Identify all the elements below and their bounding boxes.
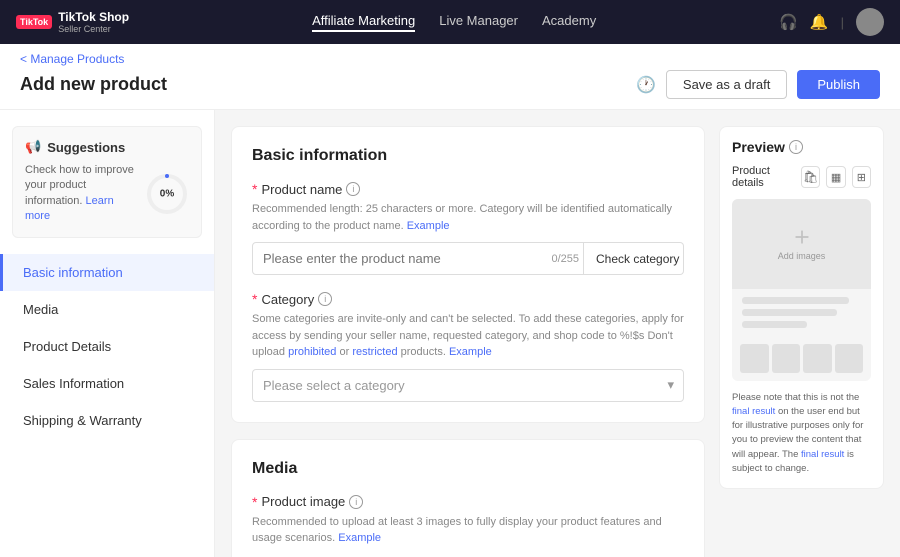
sidebar: 📢 Suggestions Check how to improve your … xyxy=(0,110,215,557)
category-label: Category xyxy=(261,292,314,307)
preview-tab-expand[interactable]: ⊞ xyxy=(852,166,871,188)
product-name-info-icon[interactable]: i xyxy=(346,182,360,196)
logo-text: TikTok Shop Seller Center xyxy=(58,10,129,34)
preview-tab-grid[interactable]: ▦ xyxy=(826,166,845,188)
preview-line-3 xyxy=(742,321,807,328)
preview-panel: Preview i Product details 🛍 ▦ ⊞ xyxy=(719,126,884,489)
final-result-link-1[interactable]: final result xyxy=(732,406,775,417)
divider: | xyxy=(841,15,844,30)
product-name-example[interactable]: Example xyxy=(407,220,450,232)
image-required-star: * xyxy=(252,494,257,510)
preview-tabs-row: Product details 🛍 ▦ ⊞ xyxy=(732,165,871,189)
progress-circle: 0% xyxy=(145,172,189,216)
sidebar-item-sales-information[interactable]: Sales Information xyxy=(0,365,214,402)
preview-thumb-3 xyxy=(803,344,832,373)
category-select[interactable]: Please select a category xyxy=(252,369,684,402)
header: TikTok TikTok Shop Seller Center Affilia… xyxy=(0,0,900,44)
headset-icon[interactable]: 🎧 xyxy=(779,13,798,31)
media-card: Media * Product image i Recommended to u… xyxy=(231,439,705,557)
form-area: Basic information * Product name i Recom… xyxy=(231,126,705,541)
preview-screen: Add images xyxy=(732,199,871,381)
preview-line-1 xyxy=(742,297,849,304)
preview-thumb-4 xyxy=(835,344,864,373)
page-title: Add new product xyxy=(20,74,167,95)
sidebar-item-basic-information[interactable]: Basic information xyxy=(0,254,214,291)
preview-label: Product details xyxy=(732,165,795,189)
sidebar-item-media[interactable]: Media xyxy=(0,291,214,328)
suggestions-header: 📢 Suggestions xyxy=(25,139,189,155)
basic-information-card: Basic information * Product name i Recom… xyxy=(231,126,705,423)
media-title: Media xyxy=(252,460,684,478)
publish-button[interactable]: Publish xyxy=(797,70,880,99)
preview-tab-bag[interactable]: 🛍 xyxy=(801,166,820,188)
product-image-field: * Product image i Recommended to upload … xyxy=(252,494,684,557)
image-example[interactable]: Example xyxy=(338,532,381,544)
product-name-input[interactable] xyxy=(252,242,584,275)
nav-live-manager[interactable]: Live Manager xyxy=(439,13,518,32)
breadcrumb[interactable]: < Manage Products xyxy=(20,52,880,66)
category-desc: Some categories are invite-only and can'… xyxy=(252,311,684,361)
logo-icon: TikTok xyxy=(16,15,52,29)
header-icons: 🎧 🔔 | xyxy=(779,8,884,36)
prohibited-link[interactable]: prohibited xyxy=(288,346,336,358)
content-area: Basic information * Product name i Recom… xyxy=(215,110,900,557)
category-required-star: * xyxy=(252,291,257,307)
product-name-desc: Recommended length: 25 characters or mor… xyxy=(252,201,684,234)
category-field: * Category i Some categories are invite-… xyxy=(252,291,684,402)
product-name-count: 0/255 xyxy=(551,253,579,265)
preview-thumb-2 xyxy=(772,344,801,373)
preview-info-icon[interactable]: i xyxy=(789,140,803,154)
nav-academy[interactable]: Academy xyxy=(542,13,596,32)
progress-label: 0% xyxy=(160,188,174,199)
check-category-button[interactable]: Check category xyxy=(584,242,684,275)
product-image-info-icon[interactable]: i xyxy=(349,495,363,509)
logo: TikTok TikTok Shop Seller Center xyxy=(16,10,129,34)
sidebar-nav: Basic information Media Product Details … xyxy=(0,254,214,439)
preview-thumb-1 xyxy=(740,344,769,373)
suggestions-box: 📢 Suggestions Check how to improve your … xyxy=(12,126,202,238)
preview-image-area: Add images xyxy=(732,199,871,289)
basic-info-title: Basic information xyxy=(252,147,684,165)
preview-title: Preview xyxy=(732,139,785,155)
page-header-area: < Manage Products Add new product 🕐 Save… xyxy=(0,44,900,110)
restricted-link[interactable]: restricted xyxy=(352,346,397,358)
product-image-desc: Recommended to upload at least 3 images … xyxy=(252,514,684,547)
preview-line-2 xyxy=(742,309,837,316)
main-content: 📢 Suggestions Check how to improve your … xyxy=(0,110,900,557)
category-example[interactable]: Example xyxy=(449,346,492,358)
category-select-wrapper: Please select a category ▾ xyxy=(252,369,684,402)
clock-icon[interactable]: 🕐 xyxy=(636,75,656,95)
sidebar-item-shipping-warranty[interactable]: Shipping & Warranty xyxy=(0,402,214,439)
notification-icon[interactable]: 🔔 xyxy=(810,13,829,31)
add-images-label: Add images xyxy=(778,251,826,261)
final-result-link-2[interactable]: final result xyxy=(801,449,844,460)
category-info-icon[interactable]: i xyxy=(318,292,332,306)
page: < Manage Products Add new product 🕐 Save… xyxy=(0,44,900,557)
preview-note: Please note that this is not the final r… xyxy=(732,391,871,477)
save-draft-button[interactable]: Save as a draft xyxy=(666,70,787,99)
required-star: * xyxy=(252,181,257,197)
header-actions: 🕐 Save as a draft Publish xyxy=(636,70,880,99)
avatar[interactable] xyxy=(856,8,884,36)
product-image-label: Product image xyxy=(261,494,345,509)
main-nav: Affiliate Marketing Live Manager Academy xyxy=(161,13,747,32)
product-name-field: * Product name i Recommended length: 25 … xyxy=(252,181,684,275)
suggestions-text: Check how to improve your product inform… xyxy=(25,163,135,225)
megaphone-icon: 📢 xyxy=(25,139,41,155)
product-name-label: Product name xyxy=(261,182,342,197)
nav-affiliate-marketing[interactable]: Affiliate Marketing xyxy=(312,13,415,32)
sidebar-item-product-details[interactable]: Product Details xyxy=(0,328,214,365)
